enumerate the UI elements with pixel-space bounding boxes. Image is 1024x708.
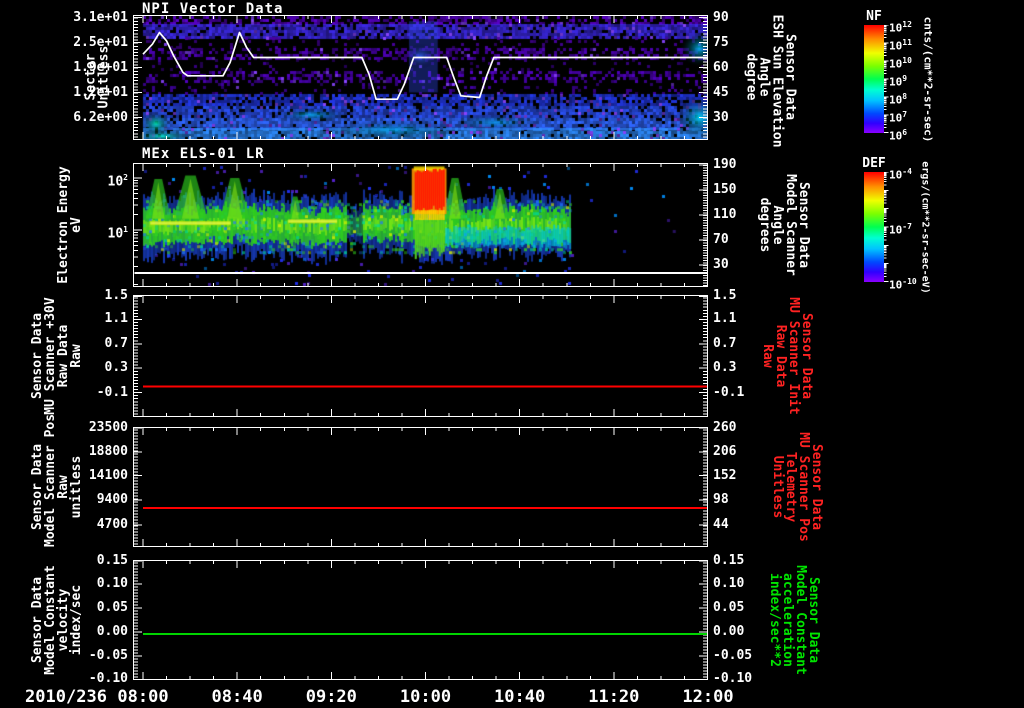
y-tick-right-p2: 0.7 <box>713 335 737 351</box>
y-tick-left-p0: 1.9e+01 <box>73 59 128 75</box>
panel-mu-scanner-30v <box>133 295 708 417</box>
exponent: -10 <box>902 277 917 286</box>
panel-axes-p1 <box>133 163 708 287</box>
exponent: 9 <box>902 74 908 83</box>
y-tick-right-p1: 70 <box>713 232 729 247</box>
y-tick-left-p1: 101 <box>107 224 128 242</box>
y-tick-left-p0: 2.5e+01 <box>73 34 128 50</box>
y-tick-right-p4: 0.10 <box>713 576 745 591</box>
colorbar-nf-title: NF <box>866 9 882 24</box>
y-tick-right-p0: 45 <box>713 84 729 100</box>
y-tick-left-p2: 0.7 <box>104 335 128 351</box>
y-tick-right-p4: -0.05 <box>713 648 753 663</box>
y-tick-right-p3: 260 <box>713 419 737 435</box>
exponent: 12 <box>902 20 912 29</box>
y-tick-right-p3: 44 <box>713 517 729 533</box>
x-tick-label: 09:20 <box>305 687 357 707</box>
colorbar-tick-label: 10-7 <box>889 222 912 237</box>
plot-screen: NPI Vector Data MEx ELS-01 LR Sector Uni… <box>0 0 1024 708</box>
x-tick-label: 08:00 <box>117 687 169 707</box>
panel-axes-p2 <box>133 295 708 417</box>
colorbar-def <box>864 172 884 282</box>
y-tick-right-p3: 206 <box>713 444 737 460</box>
x-tick-label: 12:00 <box>682 687 734 707</box>
y-tick-right-p3: 152 <box>713 467 737 483</box>
y-tick-right-p2: 1.5 <box>713 288 737 304</box>
panel-els-spectrogram <box>133 163 708 287</box>
panel-axes-p0 <box>133 15 708 140</box>
y-tick-right-p4: -0.10 <box>713 671 753 687</box>
panel-model-constant-velocity <box>133 560 708 680</box>
x-tick-label: 08:40 <box>211 687 263 707</box>
colorbar-tick-label: 1011 <box>889 38 912 53</box>
colorbar-tick-label: 108 <box>889 92 908 107</box>
y-tick-right-p2: 0.3 <box>713 360 737 376</box>
exponent: 1 <box>123 224 128 234</box>
y-tick-left-p2: 1.5 <box>104 288 128 304</box>
colorbar-def-title: DEF <box>862 156 886 171</box>
colorbar-nf <box>864 25 884 133</box>
colorbar-tick-label: 10-4 <box>889 167 912 182</box>
y-tick-left-p4: 0.05 <box>96 600 128 615</box>
y-tick-left-p2: 1.1 <box>104 311 128 327</box>
y-tick-right-p1: 190 <box>713 156 737 172</box>
exponent: 2 <box>123 173 128 182</box>
colorbar-tick-label: 109 <box>889 74 908 89</box>
colorbar-tick-label: 10-10 <box>889 277 917 292</box>
y-tick-left-p3: 23500 <box>88 419 128 435</box>
y-tick-left-p0: 1.2e+01 <box>73 84 128 100</box>
colorbar-nf-units: cnts/(cm**2-sr-sec) <box>921 16 935 143</box>
y-tick-right-p0: 90 <box>713 9 729 25</box>
panel2-title: MEx ELS-01 LR <box>142 146 265 162</box>
y-tick-right-p4: 0.00 <box>713 624 745 639</box>
exponent: 8 <box>902 92 908 101</box>
panel-npi-spectrogram <box>133 15 708 140</box>
y-tick-right-p2: 1.1 <box>713 311 737 327</box>
colorbar-tick-label: 107 <box>889 110 908 125</box>
colorbar-tick-label: 1010 <box>889 56 912 71</box>
y-tick-left-p3: 4700 <box>96 517 128 533</box>
exponent: 6 <box>902 128 908 137</box>
y-tick-left-p0: 6.2e+00 <box>73 109 128 125</box>
y-tick-left-p4: 0.10 <box>96 576 128 591</box>
y-tick-left-p3: 9400 <box>96 491 128 507</box>
x-tick-label: 10:00 <box>399 687 452 707</box>
x-tick-label: 10:40 <box>494 687 546 707</box>
exponent: 7 <box>902 110 908 119</box>
colorbar-tick-label: 1012 <box>889 20 912 35</box>
exponent: 11 <box>902 38 912 47</box>
y-tick-left-p1: 102 <box>107 173 128 190</box>
y-tick-right-p1: 30 <box>713 257 729 273</box>
panel-axes-p4 <box>133 560 708 680</box>
exponent: -7 <box>902 222 912 231</box>
y-tick-right-p3: 98 <box>713 491 729 507</box>
x-axis-date-label: 2010/236 <box>25 687 107 707</box>
y-tick-right-p4: 0.05 <box>713 600 745 615</box>
panel-model-scanner-pos <box>133 427 708 547</box>
y-tick-left-p4: -0.05 <box>88 648 128 663</box>
y-tick-left-p0: 3.1e+01 <box>73 9 128 25</box>
x-tick-label: 11:20 <box>588 687 640 707</box>
y-tick-right-p4: 0.15 <box>713 552 745 568</box>
y-tick-right-p0: 75 <box>713 34 729 50</box>
exponent: 10 <box>902 56 912 65</box>
y-tick-left-p3: 18800 <box>88 444 128 460</box>
y-tick-right-p1: 150 <box>713 182 737 198</box>
y-tick-left-p3: 14100 <box>88 467 128 483</box>
y-tick-left-p2: 0.3 <box>104 360 128 376</box>
y-tick-right-p0: 60 <box>713 59 729 75</box>
colorbar-tick-label: 106 <box>889 128 908 143</box>
y-tick-left-p4: -0.10 <box>88 671 128 687</box>
y-tick-right-p1: 110 <box>713 207 737 223</box>
y-tick-left-p4: 0.00 <box>96 624 128 639</box>
y-tick-left-p2: -0.1 <box>96 384 128 400</box>
y-tick-left-p4: 0.15 <box>96 552 128 568</box>
colorbar-def-units: ergs/(cm**2-sr-sec-eV) <box>919 161 931 294</box>
exponent: -4 <box>902 167 912 176</box>
panel-axes-p3 <box>133 427 708 547</box>
y-tick-right-p0: 30 <box>713 109 729 125</box>
y-tick-right-p2: -0.1 <box>713 384 745 400</box>
